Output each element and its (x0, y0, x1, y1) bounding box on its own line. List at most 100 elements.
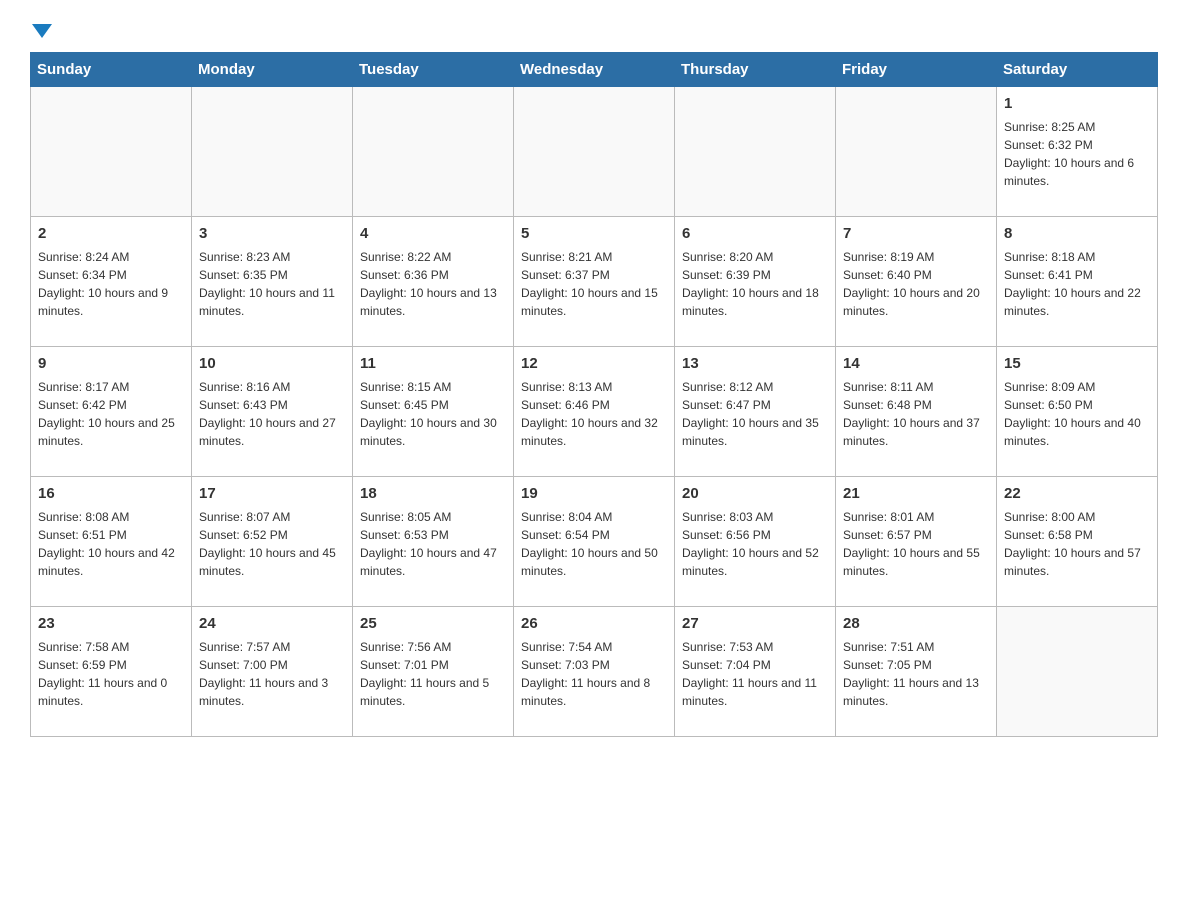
calendar-week-2: 2 Sunrise: 8:24 AM Sunset: 6:34 PM Daylig… (31, 217, 1158, 347)
day-number: 24 (199, 613, 345, 635)
day-info: Sunrise: 8:21 AM Sunset: 6:37 PM Dayligh… (521, 248, 667, 320)
day-number: 18 (360, 483, 506, 505)
day-number: 27 (682, 613, 828, 635)
column-header-saturday: Saturday (997, 53, 1158, 87)
day-number: 12 (521, 353, 667, 375)
day-info: Sunrise: 7:58 AM Sunset: 6:59 PM Dayligh… (38, 638, 184, 710)
calendar-cell: 17 Sunrise: 8:07 AM Sunset: 6:52 PM Dayli… (192, 477, 353, 607)
calendar-cell: 20 Sunrise: 8:03 AM Sunset: 6:56 PM Dayli… (675, 477, 836, 607)
day-info: Sunrise: 8:18 AM Sunset: 6:41 PM Dayligh… (1004, 248, 1150, 320)
day-info: Sunrise: 8:13 AM Sunset: 6:46 PM Dayligh… (521, 378, 667, 450)
calendar-cell (836, 87, 997, 217)
calendar-cell: 19 Sunrise: 8:04 AM Sunset: 6:54 PM Dayli… (514, 477, 675, 607)
calendar-cell: 24 Sunrise: 7:57 AM Sunset: 7:00 PM Dayli… (192, 607, 353, 737)
calendar-cell: 23 Sunrise: 7:58 AM Sunset: 6:59 PM Dayli… (31, 607, 192, 737)
day-number: 20 (682, 483, 828, 505)
day-info: Sunrise: 8:03 AM Sunset: 6:56 PM Dayligh… (682, 508, 828, 580)
day-info: Sunrise: 8:11 AM Sunset: 6:48 PM Dayligh… (843, 378, 989, 450)
calendar-cell: 2 Sunrise: 8:24 AM Sunset: 6:34 PM Daylig… (31, 217, 192, 347)
calendar-cell: 8 Sunrise: 8:18 AM Sunset: 6:41 PM Daylig… (997, 217, 1158, 347)
day-info: Sunrise: 8:22 AM Sunset: 6:36 PM Dayligh… (360, 248, 506, 320)
calendar-table: SundayMondayTuesdayWednesdayThursdayFrid… (30, 52, 1158, 737)
calendar-cell: 26Sunrise: 7:54 AM Sunset: 7:03 PM Dayli… (514, 607, 675, 737)
day-info: Sunrise: 7:51 AM Sunset: 7:05 PM Dayligh… (843, 638, 989, 710)
day-info: Sunrise: 8:00 AM Sunset: 6:58 PM Dayligh… (1004, 508, 1150, 580)
day-info: Sunrise: 8:23 AM Sunset: 6:35 PM Dayligh… (199, 248, 345, 320)
day-number: 8 (1004, 223, 1150, 245)
day-number: 22 (1004, 483, 1150, 505)
day-number: 25 (360, 613, 506, 635)
day-info: Sunrise: 8:24 AM Sunset: 6:34 PM Dayligh… (38, 248, 184, 320)
day-info: Sunrise: 8:19 AM Sunset: 6:40 PM Dayligh… (843, 248, 989, 320)
day-number: 10 (199, 353, 345, 375)
day-info: Sunrise: 8:07 AM Sunset: 6:52 PM Dayligh… (199, 508, 345, 580)
day-number: 17 (199, 483, 345, 505)
page-header (30, 20, 1158, 36)
calendar-cell: 21 Sunrise: 8:01 AM Sunset: 6:57 PM Dayli… (836, 477, 997, 607)
day-info: Sunrise: 8:25 AM Sunset: 6:32 PM Dayligh… (1004, 118, 1150, 190)
calendar-cell (675, 87, 836, 217)
calendar-cell: 22 Sunrise: 8:00 AM Sunset: 6:58 PM Dayli… (997, 477, 1158, 607)
day-info: Sunrise: 8:20 AM Sunset: 6:39 PM Dayligh… (682, 248, 828, 320)
day-number: 1 (1004, 93, 1150, 115)
day-info: Sunrise: 8:05 AM Sunset: 6:53 PM Dayligh… (360, 508, 506, 580)
day-number: 2 (38, 223, 184, 245)
logo-arrow-icon (32, 24, 52, 38)
calendar-cell: 13 Sunrise: 8:12 AM Sunset: 6:47 PM Dayli… (675, 347, 836, 477)
column-header-monday: Monday (192, 53, 353, 87)
day-number: 23 (38, 613, 184, 635)
day-info: Sunrise: 8:08 AM Sunset: 6:51 PM Dayligh… (38, 508, 184, 580)
day-info: Sunrise: 7:57 AM Sunset: 7:00 PM Dayligh… (199, 638, 345, 710)
calendar-cell: 1 Sunrise: 8:25 AM Sunset: 6:32 PM Daylig… (997, 87, 1158, 217)
day-info: Sunrise: 7:54 AM Sunset: 7:03 PM Dayligh… (521, 638, 667, 710)
day-info: Sunrise: 7:53 AM Sunset: 7:04 PM Dayligh… (682, 638, 828, 710)
day-number: 28 (843, 613, 989, 635)
day-info: Sunrise: 8:09 AM Sunset: 6:50 PM Dayligh… (1004, 378, 1150, 450)
calendar-cell: 12 Sunrise: 8:13 AM Sunset: 6:46 PM Dayli… (514, 347, 675, 477)
day-info: Sunrise: 7:56 AM Sunset: 7:01 PM Dayligh… (360, 638, 506, 710)
day-number: 3 (199, 223, 345, 245)
calendar-cell: 7 Sunrise: 8:19 AM Sunset: 6:40 PM Daylig… (836, 217, 997, 347)
calendar-cell: 14Sunrise: 8:11 AM Sunset: 6:48 PM Dayli… (836, 347, 997, 477)
calendar-cell (997, 607, 1158, 737)
day-number: 4 (360, 223, 506, 245)
calendar-cell: 25 Sunrise: 7:56 AM Sunset: 7:01 PM Dayli… (353, 607, 514, 737)
calendar-cell (353, 87, 514, 217)
column-header-friday: Friday (836, 53, 997, 87)
day-number: 5 (521, 223, 667, 245)
calendar-week-4: 16 Sunrise: 8:08 AM Sunset: 6:51 PM Dayli… (31, 477, 1158, 607)
calendar-cell: 28 Sunrise: 7:51 AM Sunset: 7:05 PM Dayli… (836, 607, 997, 737)
logo-text (30, 20, 52, 38)
day-number: 9 (38, 353, 184, 375)
calendar-cell: 6Sunrise: 8:20 AM Sunset: 6:39 PM Daylig… (675, 217, 836, 347)
column-header-wednesday: Wednesday (514, 53, 675, 87)
calendar-cell: 5 Sunrise: 8:21 AM Sunset: 6:37 PM Daylig… (514, 217, 675, 347)
day-info: Sunrise: 8:12 AM Sunset: 6:47 PM Dayligh… (682, 378, 828, 450)
day-number: 16 (38, 483, 184, 505)
day-number: 21 (843, 483, 989, 505)
calendar-cell: 10Sunrise: 8:16 AM Sunset: 6:43 PM Dayli… (192, 347, 353, 477)
column-header-tuesday: Tuesday (353, 53, 514, 87)
calendar-cell: 9 Sunrise: 8:17 AM Sunset: 6:42 PM Daylig… (31, 347, 192, 477)
column-header-sunday: Sunday (31, 53, 192, 87)
day-number: 11 (360, 353, 506, 375)
day-number: 19 (521, 483, 667, 505)
logo (30, 20, 52, 36)
day-info: Sunrise: 8:17 AM Sunset: 6:42 PM Dayligh… (38, 378, 184, 450)
calendar-cell: 11 Sunrise: 8:15 AM Sunset: 6:45 PM Dayli… (353, 347, 514, 477)
calendar-header-row: SundayMondayTuesdayWednesdayThursdayFrid… (31, 53, 1158, 87)
calendar-week-5: 23 Sunrise: 7:58 AM Sunset: 6:59 PM Dayli… (31, 607, 1158, 737)
day-number: 7 (843, 223, 989, 245)
calendar-cell: 27 Sunrise: 7:53 AM Sunset: 7:04 PM Dayli… (675, 607, 836, 737)
calendar-week-1: 1 Sunrise: 8:25 AM Sunset: 6:32 PM Daylig… (31, 87, 1158, 217)
day-info: Sunrise: 8:15 AM Sunset: 6:45 PM Dayligh… (360, 378, 506, 450)
calendar-week-3: 9 Sunrise: 8:17 AM Sunset: 6:42 PM Daylig… (31, 347, 1158, 477)
day-info: Sunrise: 8:04 AM Sunset: 6:54 PM Dayligh… (521, 508, 667, 580)
calendar-cell (514, 87, 675, 217)
calendar-cell: 15 Sunrise: 8:09 AM Sunset: 6:50 PM Dayli… (997, 347, 1158, 477)
calendar-cell (192, 87, 353, 217)
day-number: 15 (1004, 353, 1150, 375)
day-info: Sunrise: 8:01 AM Sunset: 6:57 PM Dayligh… (843, 508, 989, 580)
day-number: 13 (682, 353, 828, 375)
calendar-cell: 16 Sunrise: 8:08 AM Sunset: 6:51 PM Dayli… (31, 477, 192, 607)
